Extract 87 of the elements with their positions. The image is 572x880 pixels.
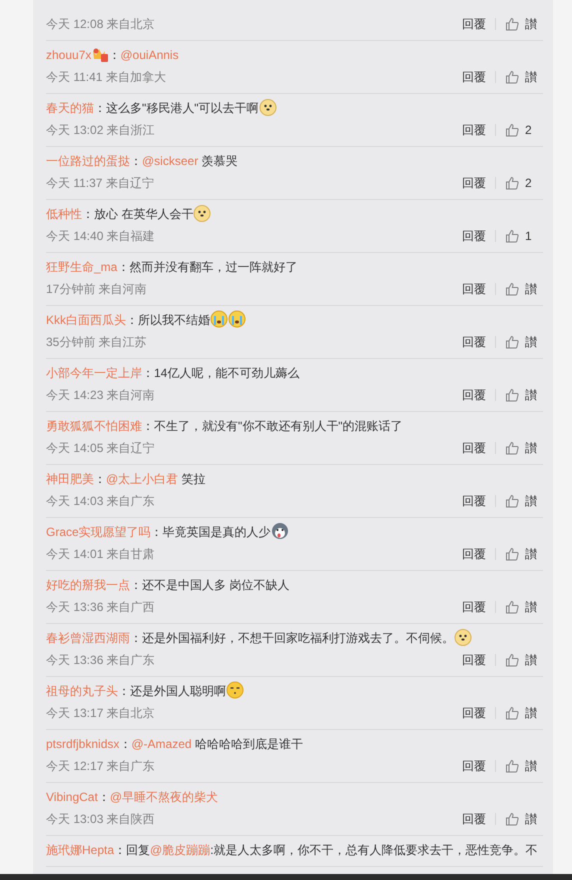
thumbs-up-icon — [505, 229, 519, 243]
timestamp: 今天 13:03 来自陕西 — [46, 811, 156, 828]
reply-link[interactable]: 回覆 — [462, 811, 486, 827]
dog-face-icon — [454, 628, 472, 646]
reply-link[interactable]: 回覆 — [462, 122, 486, 138]
timestamp: 今天 12:17 来自广东 — [46, 758, 156, 775]
comment-text: 一位路过的蛋挞：@sickseer 羡慕哭 — [46, 153, 239, 170]
reply-link[interactable]: 回覆 — [462, 758, 486, 774]
like-button[interactable]: 1 — [505, 228, 543, 244]
comment-text: ptsrdfjbknidsx：@-Amazed 哈哈哈哈到底是谁干 — [46, 736, 304, 753]
reply-link[interactable]: 回覆 — [462, 705, 486, 721]
dog-face-icon — [258, 98, 277, 116]
comment-text: 狂野生命_ma：然而并没有翻车，过一阵就好了 — [46, 259, 298, 276]
timestamp: 今天 13:02 来自浙江 — [46, 122, 156, 139]
comment-text: 好吃的掰我一点：还不是中国人多 岗位不缺人 — [46, 577, 290, 594]
thumbs-up-icon — [505, 388, 519, 402]
comment-text: VibingCat：@早睡不熬夜的柴犬 — [46, 789, 220, 806]
thumbs-up-icon — [505, 441, 519, 455]
like-button[interactable]: 讃 — [505, 546, 543, 562]
comment-text: Grace实现愿望了吗：毕竟英国是真的人少 — [46, 522, 543, 542]
thumbs-up-icon — [505, 335, 519, 349]
timestamp: 今天 14:23 来自河南 — [46, 387, 156, 404]
thumbs-up-icon — [505, 123, 519, 137]
thumbs-up-icon — [505, 706, 519, 720]
comment-text: 神田肥美：@太上小白君 笑拉 — [46, 471, 207, 488]
reply-link[interactable]: 回覆 — [462, 387, 486, 403]
like-button[interactable]: 讃 — [505, 16, 543, 32]
reply-link[interactable]: 回覆 — [462, 228, 486, 244]
crying-face-icon — [210, 310, 228, 328]
like-button[interactable]: 讃 — [505, 440, 543, 456]
timestamp: 今天 14:03 来自广东 — [46, 493, 156, 510]
reply-link[interactable]: 回覆 — [462, 493, 486, 509]
reply-link[interactable]: 回覆 — [462, 69, 486, 85]
like-button[interactable]: 讃 — [505, 69, 543, 85]
thumbs-up-icon — [505, 494, 519, 508]
reply-link[interactable]: 回覆 — [462, 440, 486, 456]
timestamp: 今天 14:05 来自辽宁 — [46, 440, 156, 457]
husky-face-icon — [270, 522, 289, 540]
comment-text: 春衫曾湿西湖雨：还是外国福利好，不想干回家吃福利打游戏去了。不伺候。 — [46, 628, 543, 648]
thumbs-up-icon — [505, 176, 519, 190]
dog-face-icon — [193, 204, 212, 222]
comment-text: 低种性：放心 在英华人会干 — [46, 204, 543, 224]
thumbs-up-icon — [505, 547, 519, 561]
reply-link[interactable]: 回覆 — [462, 16, 486, 32]
thumbs-up-icon — [505, 812, 519, 826]
timestamp: 今天 13:17 来自北京 — [46, 705, 156, 722]
timestamp: 今天 13:36 来自广东 — [46, 652, 156, 669]
reply-link[interactable]: 回覆 — [462, 599, 486, 615]
thumbs-up-icon — [505, 70, 519, 84]
comment-text: 春天的猫：这么多"移民港人"可以去干啊 — [46, 98, 543, 118]
timestamp: 今天 11:41 来自加拿大 — [46, 69, 167, 86]
like-button[interactable]: 讃 — [505, 705, 543, 721]
timestamp: 17分钟前 来自河南 — [46, 281, 148, 298]
like-button[interactable]: 讃 — [505, 599, 543, 615]
comment-text: 施玳娜Hepta：回复@脆皮蹦蹦:就是人太多啊，你不干，总有人降低要求去干，恶性竞争。不 — [46, 842, 539, 859]
reply-link[interactable]: 回覆 — [462, 281, 486, 297]
comment-text: zhouu7x ：@ouiAnnis — [46, 45, 180, 64]
thumbs-up-icon — [505, 600, 519, 614]
like-button[interactable]: 讃 — [505, 811, 543, 827]
reply-link[interactable]: 回覆 — [462, 334, 486, 350]
reply-link[interactable]: 回覆 — [462, 175, 486, 191]
comment-text: Kkk白面西瓜头：所以我不结婚 — [46, 310, 543, 330]
smirking-face-icon — [226, 681, 244, 699]
like-button[interactable]: 讃 — [505, 493, 543, 509]
thumbs-up-icon — [505, 759, 519, 773]
reply-link[interactable]: 回覆 — [462, 652, 486, 668]
like-button[interactable]: 讃 — [505, 652, 543, 668]
reply-link[interactable]: 回覆 — [462, 546, 486, 562]
like-button[interactable]: 讃 — [505, 334, 543, 350]
like-button[interactable]: 讃 — [505, 758, 543, 774]
timestamp: 今天 14:40 来自福建 — [46, 228, 156, 245]
like-button[interactable]: 2 — [505, 122, 543, 138]
timestamp: 今天 14:01 来自甘肃 — [46, 546, 156, 563]
thumbs-up-icon — [505, 282, 519, 296]
thumbs-up-icon — [505, 17, 519, 31]
like-button[interactable]: 讃 — [505, 387, 543, 403]
thumbs-up-icon — [505, 653, 519, 667]
comment-text: 小部今年一定上岸：14亿人呢，能不可劲儿薅么 — [46, 365, 300, 382]
timestamp: 今天 11:37 来自辽宁 — [46, 175, 155, 192]
timestamp: 今天 13:36 来自广西 — [46, 599, 156, 616]
like-button[interactable]: 2 — [505, 175, 543, 191]
crying-face-icon — [228, 310, 246, 328]
like-button[interactable]: 讃 — [505, 281, 543, 297]
comment-text: 祖母的丸子头：还是外国人聪明啊 — [46, 681, 543, 701]
timestamp: 35分钟前 来自江苏 — [46, 334, 148, 351]
timestamp: 今天 12:08 来自北京 — [46, 16, 156, 33]
comment-text: 勇敢狐狐不怕困难：不生了，就没有"你不敢还有别人干"的混账话了 — [46, 418, 404, 435]
